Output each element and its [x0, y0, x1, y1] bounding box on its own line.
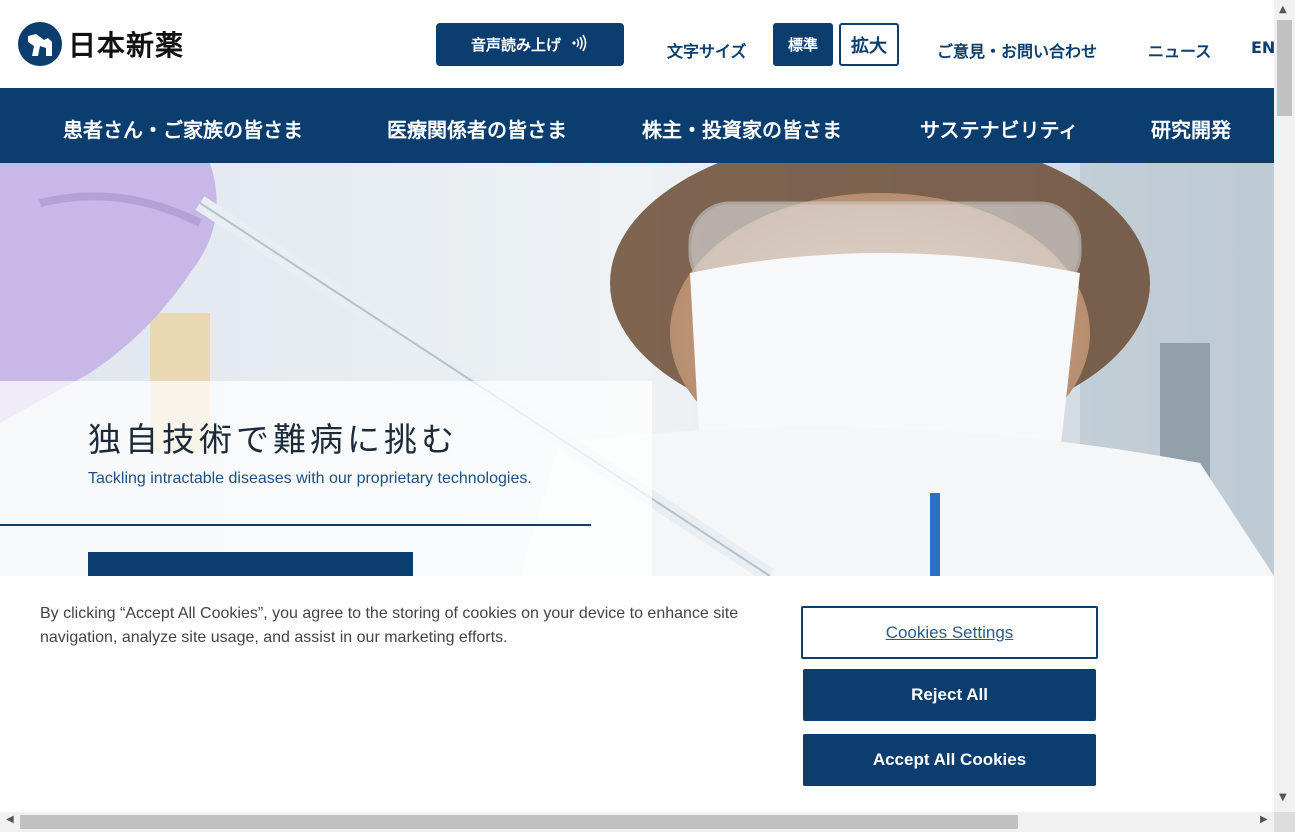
site-header: 日本新薬 音声読み上げ 文字サイズ 標準 拡大 ご意見・お問い合わせ ニュース … [0, 0, 1275, 88]
nav-item-research[interactable]: 研究開発 [1151, 114, 1231, 143]
logo-mark-icon [18, 22, 62, 66]
scroll-left-icon[interactable]: ◀ [6, 814, 14, 825]
accept-all-cookies-button[interactable]: Accept All Cookies [803, 734, 1096, 786]
font-size-label: 文字サイズ [667, 42, 747, 61]
nav-item-sustainability[interactable]: サステナビリティ [920, 114, 1078, 143]
scroll-right-icon[interactable]: ▶ [1260, 814, 1268, 825]
horizontal-scrollbar[interactable]: ◀ ▶ [0, 812, 1274, 832]
english-link[interactable]: EN [1251, 38, 1275, 57]
scroll-down-icon[interactable]: ▼ [1279, 792, 1287, 803]
reject-all-button[interactable]: Reject All [803, 669, 1096, 721]
hero-divider [0, 524, 591, 526]
font-size-large-button[interactable]: 拡大 [839, 23, 899, 66]
cookies-settings-button[interactable]: Cookies Settings [801, 606, 1098, 659]
vertical-scrollbar[interactable]: ▲ ▼ [1274, 0, 1295, 812]
scrollbar-corner [1274, 812, 1295, 832]
nav-item-investors[interactable]: 株主・投資家の皆さま [642, 114, 842, 143]
vertical-scroll-thumb[interactable] [1277, 20, 1292, 116]
hero-banner: 独自技術で難病に挑む Tackling intractable diseases… [0, 163, 1274, 576]
nav-item-patients[interactable]: 患者さん・ご家族の皆さま [63, 114, 303, 143]
hero-subtitle: Tackling intractable diseases with our p… [88, 470, 532, 487]
nav-item-medical[interactable]: 医療関係者の皆さま [387, 114, 567, 143]
horizontal-scroll-thumb[interactable] [20, 815, 1018, 829]
contact-link[interactable]: ご意見・お問い合わせ [937, 38, 1097, 62]
site-logo[interactable]: 日本新薬 [18, 22, 184, 66]
voice-readout-button[interactable]: 音声読み上げ [436, 23, 624, 66]
sound-wave-icon [571, 34, 589, 56]
cookie-banner-text: By clicking “Accept All Cookies”, you ag… [40, 605, 739, 646]
voice-readout-label: 音声読み上げ [470, 36, 561, 54]
scroll-up-icon[interactable]: ▲ [1279, 4, 1287, 15]
news-link[interactable]: ニュース [1148, 38, 1211, 62]
hero-cta-button[interactable] [88, 552, 413, 576]
cookie-banner: By clicking “Accept All Cookies”, you ag… [0, 576, 1274, 812]
font-size-standard-button[interactable]: 標準 [773, 23, 833, 66]
main-nav: 患者さん・ご家族の皆さま 医療関係者の皆さま 株主・投資家の皆さま サステナビリ… [0, 88, 1274, 163]
logo-text: 日本新薬 [68, 29, 185, 62]
hero-title: 独自技術で難病に挑む [88, 420, 458, 459]
